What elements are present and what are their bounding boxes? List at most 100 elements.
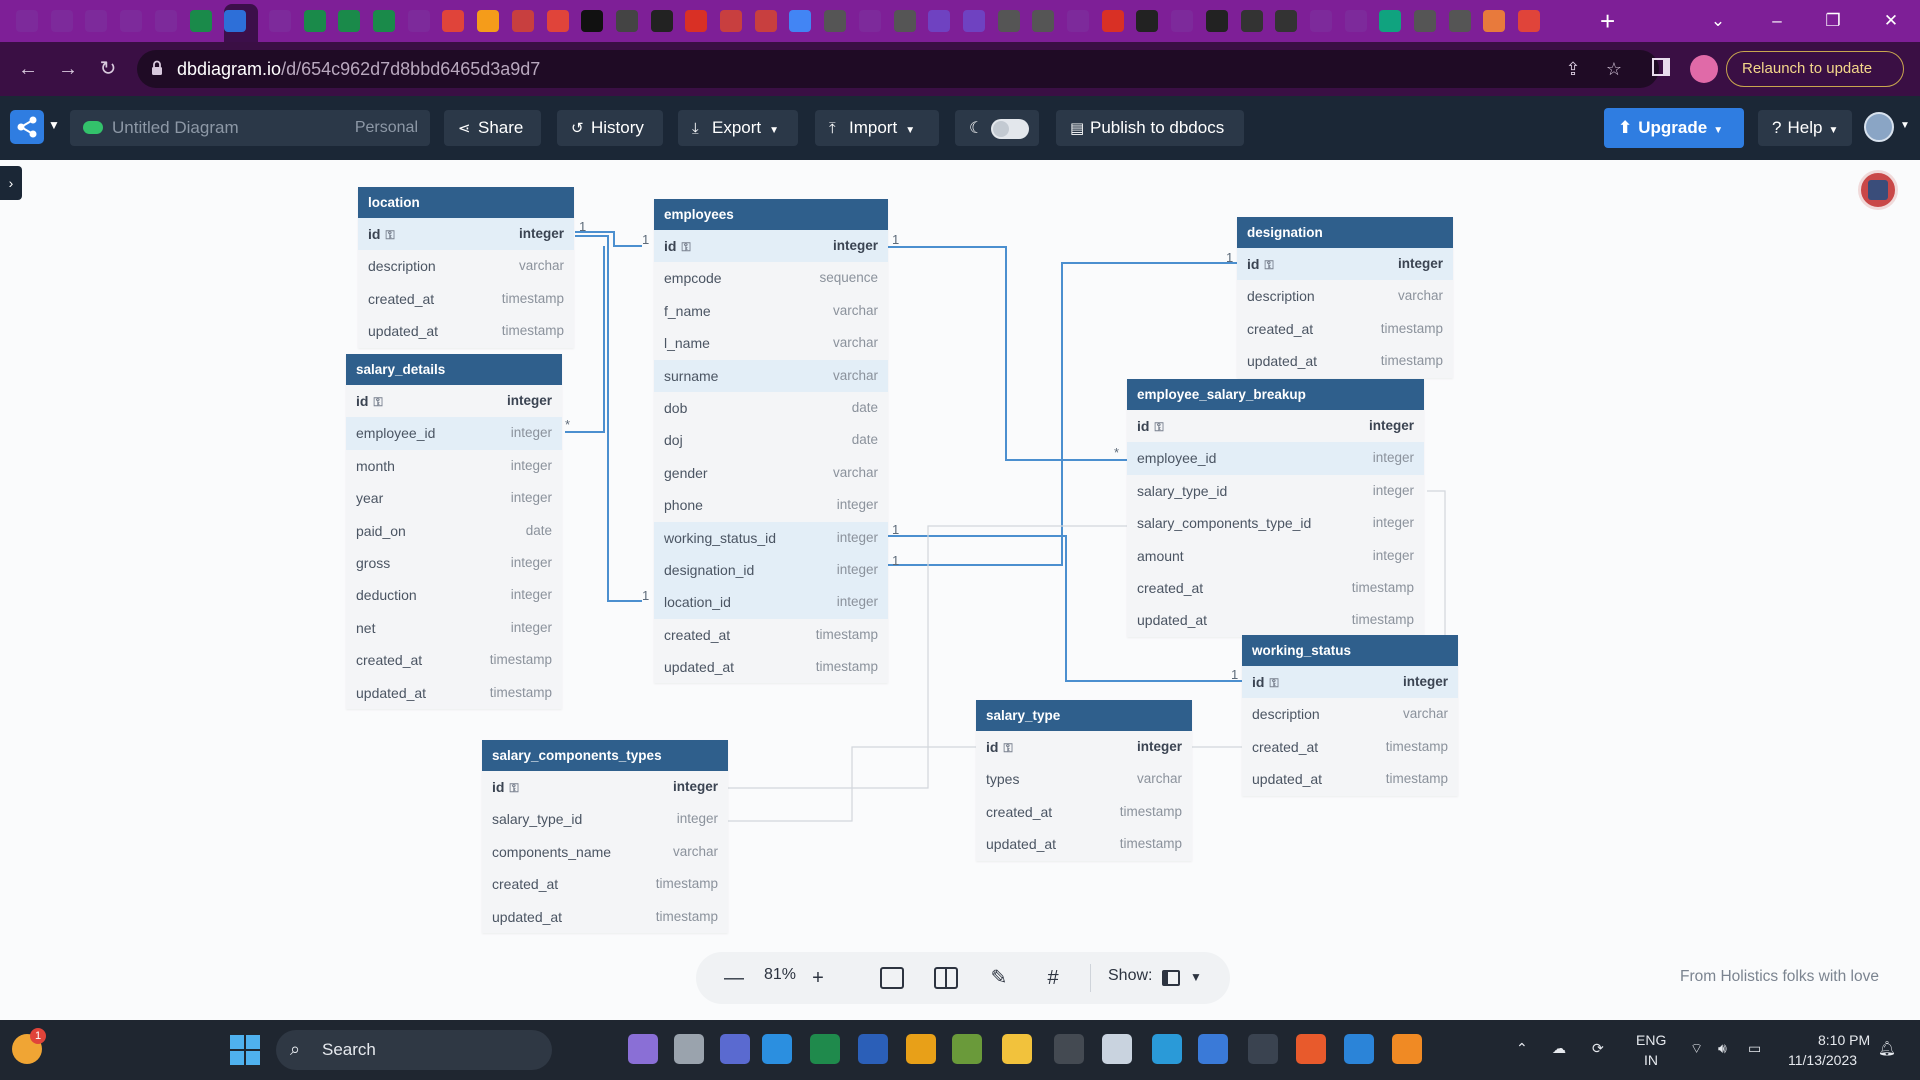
tab-favicon-icon[interactable] [1379, 10, 1402, 32]
chrome-icon[interactable] [906, 1034, 936, 1064]
tab-favicon-icon[interactable] [858, 10, 881, 32]
tab-favicon-icon[interactable] [268, 10, 291, 32]
app-logo-menu[interactable] [10, 110, 44, 144]
table-header[interactable]: working_status [1242, 635, 1458, 666]
table-field-row[interactable]: created_at timestamp [1127, 572, 1424, 604]
table-header[interactable]: salary_details [346, 354, 562, 385]
table-field-row[interactable]: location_id integer [654, 586, 888, 619]
tab-favicon-icon[interactable] [407, 10, 430, 32]
publish-button[interactable]: ▤ Publish to dbdocs [1056, 110, 1244, 146]
url-bar[interactable]: dbdiagram.io/d/654c962d7d8bbd6465d3a9d7 … [137, 50, 1659, 88]
table-field-row[interactable]: designation_id integer [654, 553, 888, 587]
table-field-row[interactable]: doj date [654, 424, 888, 456]
tab-favicon-icon[interactable] [1309, 10, 1332, 32]
help-button[interactable]: ? Help ▼ [1758, 110, 1852, 146]
chevron-down-icon[interactable]: ▼ [48, 118, 60, 132]
tab-favicon-icon[interactable] [477, 10, 500, 32]
table-field-row[interactable]: updated_at timestamp [654, 651, 888, 683]
side-panel-icon[interactable] [1652, 58, 1670, 76]
minimize-icon[interactable]: – [1762, 8, 1792, 34]
table-field-row[interactable]: gender varchar [654, 457, 888, 489]
new-tab-button[interactable]: + [1600, 6, 1615, 37]
table-field-row[interactable]: f_name varchar [654, 295, 888, 327]
table-field-row[interactable]: created_at timestamp [1242, 731, 1458, 763]
tab-favicon-icon[interactable] [373, 10, 395, 32]
tab-favicon-icon[interactable] [720, 10, 742, 32]
tab-favicon-icon[interactable] [1483, 10, 1506, 32]
table-field-row[interactable]: created_at timestamp [358, 283, 574, 315]
table-field-row[interactable]: deduction integer [346, 579, 562, 611]
tab-favicon-icon[interactable] [1344, 10, 1367, 32]
table-field-row[interactable]: updated_at timestamp [976, 828, 1192, 860]
table-field-row[interactable]: types varchar [976, 763, 1192, 795]
table-field-row[interactable]: salary_type_id integer [482, 803, 728, 835]
table-field-row[interactable]: employee_id integer [346, 417, 562, 450]
task-view-icon[interactable] [674, 1034, 704, 1064]
table-location[interactable]: location id ⚿ integer description varchar crea… [358, 187, 574, 348]
table-header[interactable]: employees [654, 199, 888, 230]
tab-favicon-icon[interactable] [789, 10, 812, 32]
back-icon[interactable]: ← [14, 55, 42, 83]
tab-favicon-icon[interactable] [754, 10, 777, 32]
file-explorer-icon[interactable] [1002, 1034, 1032, 1064]
tab-favicon-icon[interactable] [1448, 10, 1471, 32]
fit-to-screen-icon[interactable] [880, 967, 904, 989]
table-field-row[interactable]: description varchar [358, 250, 574, 282]
share-page-icon[interactable]: ⇪ [1562, 58, 1584, 80]
table-field-row[interactable]: created_at timestamp [976, 796, 1192, 828]
sync-icon[interactable]: ⟳ [1592, 1040, 1604, 1057]
tab-favicon-icon[interactable] [303, 10, 326, 32]
table-field-row[interactable]: description varchar [1237, 280, 1453, 312]
word-icon[interactable] [858, 1034, 888, 1064]
table-header[interactable]: designation [1237, 217, 1453, 248]
edge-icon[interactable] [1152, 1034, 1182, 1064]
table-field-row[interactable]: id ⚿ integer [1242, 666, 1458, 699]
diagram-name-field[interactable]: Untitled Diagram Personal [70, 110, 430, 146]
dark-mode-toggle[interactable]: ☾ [955, 110, 1039, 146]
xampp-icon[interactable] [1392, 1034, 1422, 1064]
table-field-row[interactable]: id ⚿ integer [482, 771, 728, 803]
volume-icon[interactable]: 🔊︎ [1718, 1040, 1727, 1057]
restore-icon[interactable]: ❐ [1818, 8, 1848, 34]
close-window-icon[interactable]: ✕ [1876, 8, 1906, 34]
forward-icon[interactable]: → [54, 55, 82, 83]
tab-favicon-icon[interactable] [1171, 10, 1194, 32]
table-employee-salary-breakup[interactable]: employee_salary_breakup id ⚿ integer employe… [1127, 379, 1424, 637]
table-field-row[interactable]: phone integer [654, 489, 888, 521]
table-field-row[interactable]: created_at timestamp [346, 644, 562, 676]
tab-search-icon[interactable]: ⌄ [1703, 8, 1733, 34]
table-field-row[interactable]: updated_at timestamp [1237, 345, 1453, 377]
git-icon[interactable] [1296, 1034, 1326, 1064]
table-field-row[interactable]: updated_at timestamp [346, 677, 562, 709]
zoom-level[interactable]: 81% [764, 966, 796, 984]
table-field-row[interactable]: net integer [346, 612, 562, 644]
table-field-row[interactable]: paid_on date [346, 515, 562, 547]
zoom-out-icon[interactable]: — [722, 965, 746, 991]
reload-icon[interactable]: ↻ [94, 55, 122, 83]
chevron-down-icon[interactable]: ▼ [1190, 970, 1202, 984]
vscode-icon[interactable] [762, 1034, 792, 1064]
table-field-row[interactable]: description varchar [1242, 698, 1458, 730]
table-field-row[interactable]: updated_at timestamp [358, 315, 574, 347]
tab-favicon-icon[interactable] [1032, 10, 1055, 32]
table-field-row[interactable]: employee_id integer [1127, 442, 1424, 475]
notes-icon[interactable] [1198, 1034, 1228, 1064]
layout-columns-icon[interactable] [934, 967, 958, 989]
tab-favicon-icon[interactable] [824, 10, 847, 32]
user-avatar[interactable] [1864, 112, 1894, 142]
table-field-row[interactable]: working_status_id integer [654, 521, 888, 554]
notifications-bell-icon[interactable]: 🔔︎ [1878, 1040, 1896, 1057]
pre-app-icon[interactable] [628, 1034, 658, 1064]
table-employees[interactable]: employees id ⚿ integer empcode sequence f_name… [654, 199, 888, 684]
share-button[interactable]: ⋖ Share [444, 110, 541, 146]
windows-start-icon[interactable] [230, 1035, 260, 1065]
table-field-row[interactable]: created_at timestamp [654, 619, 888, 651]
table-field-row[interactable]: salary_components_type_id integer [1127, 507, 1424, 539]
tab-favicon-icon[interactable] [1275, 10, 1298, 32]
tab-favicon-icon[interactable] [962, 10, 985, 32]
table-salary-components-types[interactable]: salary_components_types id ⚿ integer salary_… [482, 740, 728, 933]
tab-favicon-icon[interactable] [893, 10, 916, 32]
table-field-row[interactable]: id ⚿ integer [346, 385, 562, 417]
diagram-canvas[interactable]: › 1 1 * 1 1 * 1 1 1 1 location id ⚿ integer… [0, 160, 1920, 1020]
table-salary-details[interactable]: salary_details id ⚿ integer employee_id integ… [346, 354, 562, 709]
